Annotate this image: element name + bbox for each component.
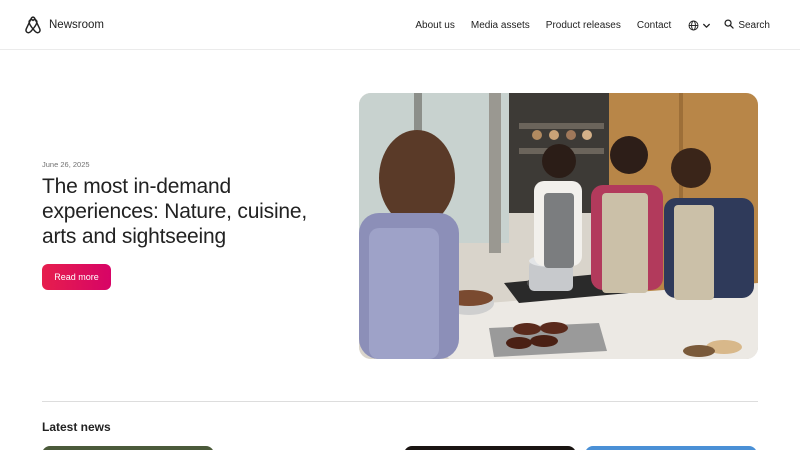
brand-link[interactable]: Newsroom [24,14,104,36]
search-button[interactable]: Search [724,16,770,34]
search-label: Search [738,19,770,31]
nav-product-releases[interactable]: Product releases [546,20,621,31]
search-icon [724,16,734,34]
chevron-down-icon [702,21,711,30]
brand-label: Newsroom [49,19,104,31]
news-card-thumbnail[interactable] [404,446,576,450]
hero-photo[interactable] [359,93,758,359]
read-more-button[interactable]: Read more [42,264,111,290]
news-card-thumbnail[interactable] [585,446,757,450]
main-nav: About us Media assets Product releases C… [415,0,770,50]
nav-media-assets[interactable]: Media assets [471,20,530,31]
globe-icon [688,20,699,31]
nav-about-us[interactable]: About us [415,20,454,31]
section-divider [42,401,758,402]
news-card-thumbnail[interactable] [42,446,214,450]
site-header: Newsroom About us Media assets Product r… [0,0,800,50]
airbnb-logo-icon [24,15,42,35]
latest-news-heading: Latest news [42,420,111,434]
nav-contact[interactable]: Contact [637,20,671,31]
article-headline[interactable]: The most in-demand experiences: Nature, … [42,174,342,249]
language-selector[interactable] [688,20,711,31]
article-date: June 26, 2025 [42,160,90,169]
